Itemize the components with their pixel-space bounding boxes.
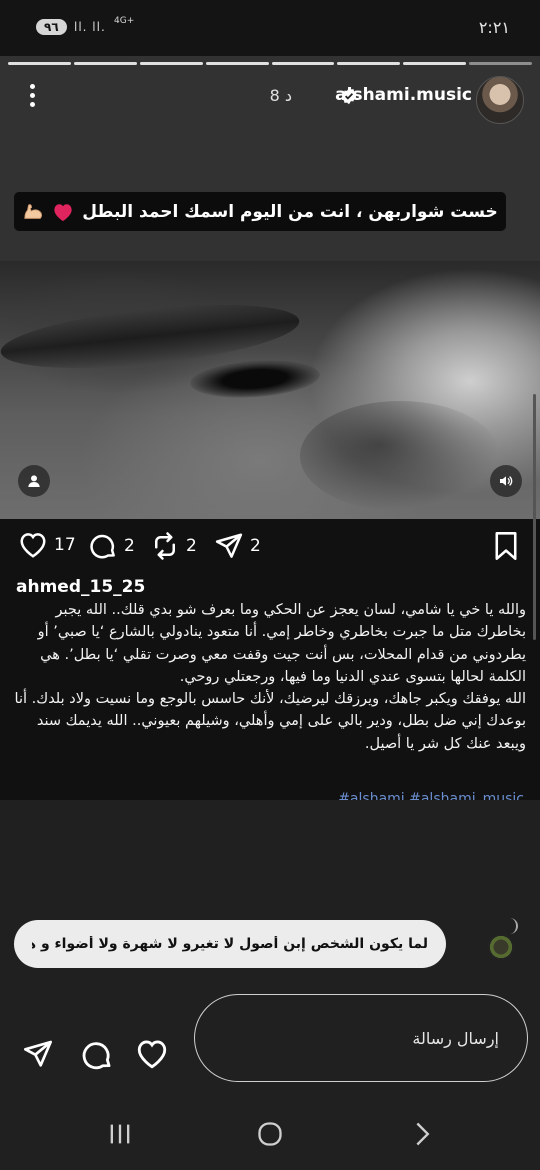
share-count: 2 [250, 536, 261, 556]
story-photo [0, 261, 540, 519]
home-icon[interactable] [256, 1120, 284, 1148]
recent-apps-icon[interactable] [106, 1120, 134, 1148]
tagged-users-button[interactable] [18, 465, 50, 497]
reply-preview-bubble[interactable]: لما يكون الشخص إبن أصول لا تغيرو لا شهرة… [14, 920, 446, 968]
post-author[interactable]: ahmed_15_25 [16, 577, 145, 597]
red-heart-icon [54, 203, 72, 221]
signal-icon: ll. ll. [74, 20, 106, 34]
story-progress-bar [8, 62, 532, 65]
comment-button[interactable]: 2 [88, 531, 135, 561]
sound-toggle-button[interactable] [490, 465, 522, 497]
progress-segment [139, 62, 203, 65]
progress-segment [73, 62, 137, 65]
story-time-ago: 8 د [269, 86, 292, 105]
story-caption: خست شواربهن ، انت من اليوم اسمك احمد الب… [14, 192, 506, 231]
more-options-icon[interactable] [26, 84, 38, 110]
progress-segment [205, 62, 269, 65]
reply-avatar-ring [506, 918, 518, 934]
battery-indicator: ٩٦ [36, 19, 67, 35]
post-panel: 17 2 2 2 ahmed_15_25 والله يا خي يا شامي… [0, 519, 540, 800]
comment-bubble-icon [90, 534, 115, 559]
story-viewer[interactable]: alshami.music 8 د خست شواربهن ، انت من ا… [0, 56, 540, 519]
photo-shading [188, 356, 322, 402]
like-button[interactable]: 17 [18, 531, 76, 559]
progress-segment [271, 62, 335, 65]
photo-shading [300, 401, 500, 511]
send-icon[interactable] [22, 1038, 54, 1070]
progress-segment [8, 62, 71, 65]
status-bar: ٩٦ ll. ll. 4G+ ٢:٢١ [0, 0, 540, 56]
repost-button[interactable]: 2 [150, 531, 197, 561]
comment-count: 2 [124, 536, 135, 556]
user-icon [28, 475, 40, 487]
comment-bubble-icon[interactable] [80, 1038, 114, 1072]
network-type: 4G+ [114, 16, 135, 26]
clock: ٢:٢١ [478, 18, 510, 37]
share-button[interactable]: 2 [214, 531, 261, 561]
repost-icon [155, 532, 175, 560]
post-hashtags[interactable]: #alshami #alshami_music [338, 791, 524, 800]
system-navigation-bar [0, 1100, 540, 1170]
progress-segment [403, 62, 467, 65]
speaker-icon [500, 476, 513, 486]
post-actions: 17 2 2 2 [0, 531, 540, 567]
bookmark-icon[interactable] [492, 531, 520, 561]
flexed-biceps-icon [24, 203, 43, 219]
heart-icon [20, 533, 46, 558]
progress-segment [337, 62, 401, 65]
avatar[interactable] [476, 76, 524, 124]
post-text: والله يا خي يا شامي، لسان يعجز عن الحكي … [14, 602, 526, 752]
back-icon[interactable] [408, 1120, 436, 1148]
story-header: alshami.music 8 د [0, 74, 540, 124]
like-count: 17 [54, 535, 76, 555]
message-input[interactable] [194, 994, 528, 1082]
bottom-action-bar [0, 990, 540, 1086]
reply-avatar[interactable] [488, 934, 514, 960]
scrollbar[interactable] [533, 394, 536, 640]
verified-badge-icon [341, 87, 357, 105]
reply-preview-text: لما يكون الشخص إبن أصول لا تغيرو لا شهرة… [32, 936, 428, 952]
caption-text: خست شواربهن ، انت من اليوم اسمك احمد الب… [82, 201, 498, 222]
progress-segment [469, 62, 532, 65]
repost-count: 2 [186, 536, 197, 556]
heart-icon[interactable] [135, 1038, 169, 1070]
send-icon [215, 533, 243, 558]
